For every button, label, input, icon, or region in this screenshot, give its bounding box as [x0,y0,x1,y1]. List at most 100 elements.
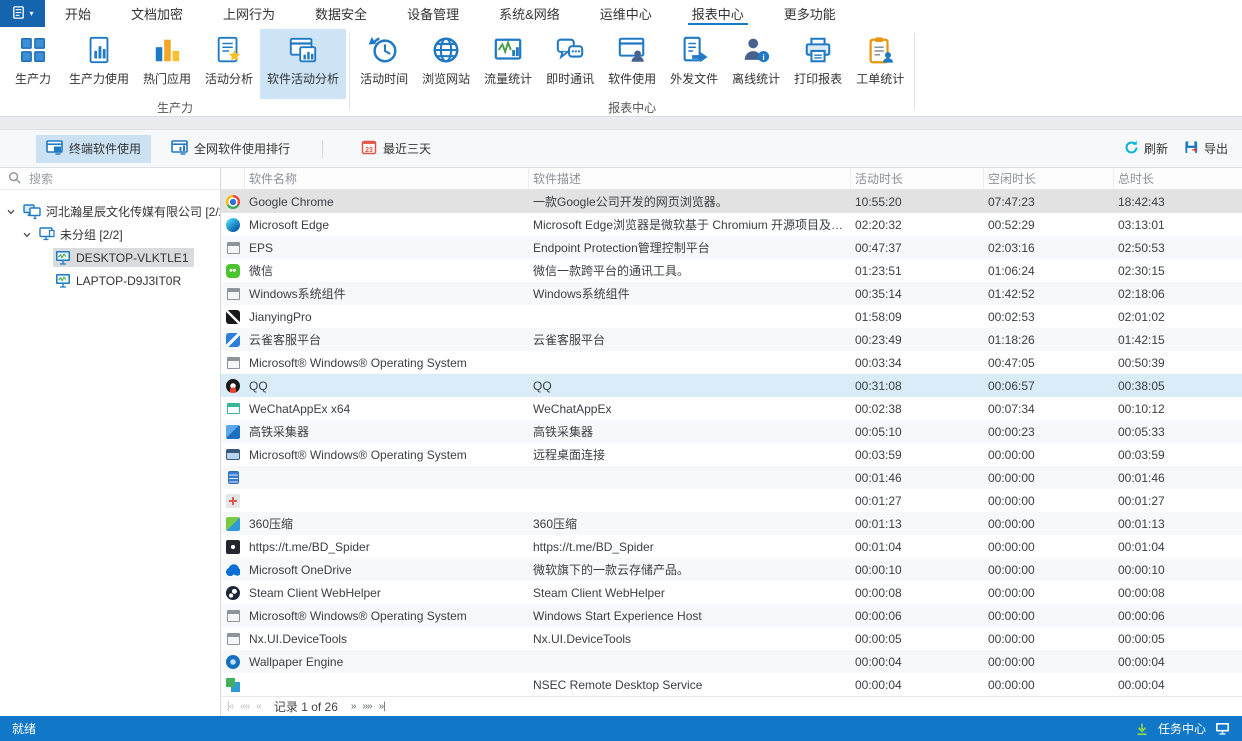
ribbon-button-doc-star[interactable]: 活动分析 [198,29,260,99]
table-row[interactable]: Steam Client WebHelperSteam Client WebHe… [221,581,1242,604]
first-page-button[interactable]: |« [227,701,233,712]
ribbon: 生产力生产力使用热门应用活动分析软件活动分析生产力活动时间浏览网站流量统计即时通… [0,27,1242,117]
ribbon-button-hot-apps-bars[interactable]: 热门应用 [136,29,198,99]
software-name: Microsoft OneDrive [245,563,529,577]
table-row[interactable]: Wallpaper Engine00:00:0400:00:0000:00:04 [221,650,1242,673]
total-duration: 00:01:27 [1114,494,1242,508]
ribbon-button-label: 浏览网站 [422,70,470,87]
menu-item-2[interactable]: 文档加密 [111,0,203,27]
ribbon-button-window-bar-chart[interactable]: 软件活动分析 [260,29,346,99]
table-row[interactable]: 云雀客服平台云雀客服平台00:23:4901:18:2601:42:15 [221,328,1242,351]
ribbon-button-traffic-chart[interactable]: 流量统计 [477,29,539,99]
ribbon-button-clock-history[interactable]: 活动时间 [353,29,415,99]
table-row[interactable]: NSEC Remote Desktop Service00:00:0400:00… [221,673,1242,696]
menu-item-5[interactable]: 设备管理 [387,0,479,27]
next-page-button[interactable]: » [351,701,356,712]
table-row[interactable]: Nx.UI.DeviceToolsNx.UI.DeviceTools00:00:… [221,627,1242,650]
ribbon-button-label: 热门应用 [143,70,191,87]
table-row[interactable]: 00:01:2700:00:0000:01:27 [221,489,1242,512]
ribbon-button-printer[interactable]: 打印报表 [787,29,849,99]
total-duration: 00:03:59 [1114,448,1242,462]
app-icon-windows-app [227,633,240,645]
table-row[interactable]: 00:01:4600:00:0000:01:46 [221,466,1242,489]
fast-prev-button[interactable]: «« [240,701,249,712]
ribbon-gap-band [0,117,1242,130]
total-duration: 00:38:05 [1114,379,1242,393]
table-row[interactable]: Google Chrome一款Google公司开发的网页浏览器。10:55:20… [221,190,1242,213]
ribbon-button-globe[interactable]: 浏览网站 [415,29,477,99]
app-icon-qq [226,379,240,393]
doc-bar-chart-icon [84,35,114,65]
header-cell-5[interactable]: 总时长 [1114,168,1242,189]
table-row[interactable]: Microsoft EdgeMicrosoft Edge浏览器是微软基于 Chr… [221,213,1242,236]
menu-item-4[interactable]: 数据安全 [295,0,387,27]
prev-page-button[interactable]: « [256,701,261,712]
table-row[interactable]: Microsoft® Windows® Operating SystemWind… [221,604,1242,627]
table-row[interactable]: https://t.me/BD_Spiderhttps://t.me/BD_Sp… [221,535,1242,558]
ribbon-button-window-user[interactable]: 软件使用 [601,29,663,99]
menu-item-3[interactable]: 上网行为 [203,0,295,27]
active-duration: 00:01:13 [851,517,984,531]
app-icon-cell [221,379,245,393]
tree-node-2[interactable]: 未分组 [2/2] [0,223,220,246]
tab-network-ranking[interactable]: 全网软件使用排行 [161,135,300,163]
doc-star-icon [214,35,244,65]
ribbon-button-chat-bubbles[interactable]: 即时通讯 [539,29,601,99]
table-row[interactable]: QQQQ00:31:0800:06:5700:38:05 [221,374,1242,397]
computer-group-icon [39,227,55,242]
tree-node-1[interactable]: 河北瀚星辰文化传媒有限公司 [2/2] [0,200,220,223]
table-row[interactable]: JianyingPro01:58:0900:02:5302:01:02 [221,305,1242,328]
header-cell-3[interactable]: 活动时长 [851,168,984,189]
header-cell-2[interactable]: 软件描述 [529,168,851,189]
header-cell-4[interactable]: 空闲时长 [984,168,1114,189]
table-body: Google Chrome一款Google公司开发的网页浏览器。10:55:20… [221,190,1242,696]
app-menu-button[interactable]: ▾ [0,0,45,27]
table-row[interactable]: EPSEndpoint Protection管理控制平台00:47:3702:0… [221,236,1242,259]
ribbon-button-doc-export-arrow[interactable]: 外发文件 [663,29,725,99]
ribbon-button-doc-bar-chart[interactable]: 生产力使用 [62,29,136,99]
date-filter-button[interactable]: 23 最近三天 [361,139,431,158]
table-row[interactable]: WeChatAppEx x64WeChatAppEx00:02:3800:07:… [221,397,1242,420]
ribbon-buttons: 活动时间浏览网站流量统计即时通讯软件使用外发文件i离线统计打印报表工单统计 [353,29,911,99]
app-window: ▾ 开始文档加密上网行为数据安全设备管理系统&网络运维中心报表中心更多功能 生产… [0,0,1242,741]
table-row[interactable]: Windows系统组件Windows系统组件00:35:1401:42:5202… [221,282,1242,305]
software-description: Microsoft Edge浏览器是微软基于 Chromium 开源项目及其他开… [529,216,851,233]
refresh-button[interactable]: 刷新 [1124,140,1168,158]
table-row[interactable]: 360压缩360压缩00:01:1300:00:0000:01:13 [221,512,1242,535]
menu-item-9[interactable]: 更多功能 [764,0,856,27]
menu-item-6[interactable]: 系统&网络 [479,0,580,27]
ribbon-button-clipboard-user[interactable]: 工单统计 [849,29,911,99]
menu-item-1[interactable]: 开始 [45,0,111,27]
last-page-button[interactable]: »| [379,701,385,712]
app-icon-nsec [226,678,240,692]
ribbon-button-productivity-grid[interactable]: 生产力 [4,29,62,99]
menu-item-7[interactable]: 运维中心 [580,0,672,27]
chevron-down-icon[interactable] [22,230,32,240]
table-row[interactable]: Microsoft® Windows® Operating System00:0… [221,351,1242,374]
ribbon-button-user-offline-info[interactable]: i离线统计 [725,29,787,99]
tree-node-4[interactable]: LAPTOP-D9J3IT0R [0,269,220,292]
software-name: WeChatAppEx x64 [245,402,529,416]
table-row[interactable]: Microsoft OneDrive微软旗下的一款云存储产品。00:00:100… [221,558,1242,581]
active-duration: 00:01:46 [851,471,984,485]
tab-terminal-software[interactable]: 终端软件使用 [36,135,151,163]
app-icon-windows-app [227,610,240,622]
table-row[interactable]: Microsoft® Windows® Operating System远程桌面… [221,443,1242,466]
chat-bubbles-icon [555,35,585,65]
tree-node-3[interactable]: DESKTOP-VLKTLE1 [0,246,220,269]
export-save-icon [1184,140,1199,158]
device-tree: 河北瀚星辰文化传媒有限公司 [2/2]未分组 [2/2]DESKTOP-VLKT… [0,190,220,292]
table-row[interactable]: 高铁采集器高铁采集器00:05:1000:00:2300:05:33 [221,420,1242,443]
table-row[interactable]: 微信微信一款跨平台的通讯工具。01:23:5101:06:2402:30:15 [221,259,1242,282]
task-center-link[interactable]: 任务中心 [1158,720,1206,737]
total-duration: 02:18:06 [1114,287,1242,301]
total-duration: 00:50:39 [1114,356,1242,370]
fast-next-button[interactable]: »» [362,701,371,712]
export-button[interactable]: 导出 [1184,140,1228,158]
active-duration: 00:01:27 [851,494,984,508]
header-cell-1[interactable]: 软件名称 [245,168,529,189]
computer-icon [55,250,71,265]
search-input[interactable]: 搜索 [0,168,220,190]
menu-item-8[interactable]: 报表中心 [672,0,764,27]
chevron-down-icon[interactable] [6,207,16,217]
